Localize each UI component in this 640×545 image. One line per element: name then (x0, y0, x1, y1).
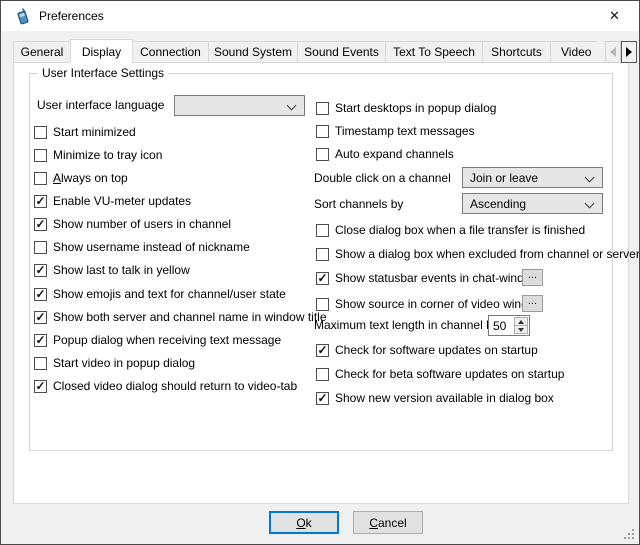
checkbox-box (34, 172, 47, 185)
spin-down-button[interactable] (514, 325, 528, 334)
checkbox-show-new-version[interactable]: Show new version available in dialog box (316, 390, 554, 406)
checkbox-box (34, 380, 47, 393)
checkbox-show-username-instead[interactable]: Show username instead of nickname (34, 239, 250, 255)
checkbox-popup-dialog-text-message[interactable]: Popup dialog when receiving text message (34, 332, 281, 348)
tab-sound-system[interactable]: Sound System (208, 41, 298, 62)
double-click-select[interactable]: Join or leave (462, 167, 603, 188)
checkbox-box (34, 126, 47, 139)
checkbox-close-dialog-file-transfer[interactable]: Close dialog box when a file transfer is… (316, 222, 585, 238)
checkbox-box (34, 195, 47, 208)
checkbox-box (316, 102, 329, 115)
checkbox-check-beta-updates[interactable]: Check for beta software updates on start… (316, 366, 564, 382)
sort-channels-label-row: Sort channels by (314, 196, 403, 212)
tab-display[interactable]: Display (70, 39, 133, 63)
preferences-window: Preferences ✕ General Display Connection… (0, 0, 640, 545)
group-title: User Interface Settings (38, 66, 168, 80)
title-bar: Preferences ✕ (1, 1, 639, 31)
language-label: User interface language (37, 98, 164, 112)
tab-connection[interactable]: Connection (132, 41, 209, 62)
tab-strip: General Display Connection Sound System … (13, 41, 598, 62)
window-title: Preferences (39, 9, 104, 23)
app-icon (14, 8, 31, 25)
checkbox-box (316, 272, 329, 285)
checkbox-auto-expand-channels[interactable]: Auto expand channels (316, 146, 454, 162)
sort-channels-label: Sort channels by (314, 197, 403, 211)
video-source-ellipsis-button[interactable]: ... (522, 295, 543, 312)
tab-text-to-speech[interactable]: Text To Speech (385, 41, 483, 62)
tab-scroll-left-button (605, 41, 621, 63)
checkbox-closed-video-return[interactable]: Closed video dialog should return to vid… (34, 378, 297, 394)
checkbox-check-updates[interactable]: Check for software updates on startup (316, 342, 538, 358)
checkbox-box (316, 344, 329, 357)
checkbox-statusbar-events[interactable]: Show statusbar events in chat-window (316, 270, 539, 286)
checkbox-box (316, 298, 329, 311)
max-text-length-label-row: Maximum text length in channel list (314, 317, 501, 333)
chevron-down-icon (585, 199, 595, 209)
max-text-length-label: Maximum text length in channel list (314, 318, 501, 332)
checkbox-enable-vu-meter-updates[interactable]: Enable VU-meter updates (34, 193, 191, 209)
checkbox-start-minimized[interactable]: Start minimized (34, 124, 136, 140)
checkbox-box (316, 148, 329, 161)
checkbox-box (316, 392, 329, 405)
checkbox-show-number-of-users[interactable]: Show number of users in channel (34, 216, 231, 232)
language-select[interactable] (174, 95, 305, 116)
cancel-button[interactable]: Cancel (353, 511, 423, 534)
checkbox-box (316, 125, 329, 138)
chevron-down-icon (585, 173, 595, 183)
max-text-length-spinner[interactable]: 50 (488, 315, 530, 336)
tab-video[interactable]: Video (550, 41, 598, 62)
tab-scroll-right-button[interactable] (621, 41, 637, 63)
checkbox-minimize-to-tray[interactable]: Minimize to tray icon (34, 147, 162, 163)
checkbox-box (316, 368, 329, 381)
checkbox-show-emojis[interactable]: Show emojis and text for channel/user st… (34, 286, 286, 302)
checkbox-timestamp-messages[interactable]: Timestamp text messages (316, 123, 475, 139)
checkbox-box (34, 311, 47, 324)
checkbox-box (34, 334, 47, 347)
checkbox-box (34, 357, 47, 370)
checkbox-show-last-to-talk[interactable]: Show last to talk in yellow (34, 262, 190, 278)
checkbox-box (316, 224, 329, 237)
double-click-label-row: Double click on a channel (314, 170, 451, 186)
close-button[interactable]: ✕ (592, 1, 637, 30)
checkbox-show-source-video[interactable]: Show source in corner of video window (316, 296, 543, 312)
checkbox-box (34, 288, 47, 301)
chevron-down-icon (287, 101, 297, 111)
checkbox-start-video-popup[interactable]: Start video in popup dialog (34, 355, 195, 371)
sort-channels-select[interactable]: Ascending (462, 193, 603, 214)
checkbox-show-server-channel-title[interactable]: Show both server and channel name in win… (34, 309, 327, 325)
tab-sound-events[interactable]: Sound Events (297, 41, 386, 62)
checkbox-show-dialog-excluded[interactable]: Show a dialog box when excluded from cha… (316, 246, 640, 262)
triangle-up-icon (518, 320, 524, 324)
close-icon: ✕ (609, 8, 620, 24)
ok-button[interactable]: Ok (269, 511, 339, 534)
resize-grip[interactable] (624, 529, 634, 539)
arrow-left-icon (610, 47, 616, 57)
checkbox-box (34, 264, 47, 277)
tab-general[interactable]: General (13, 41, 71, 62)
triangle-down-icon (518, 328, 524, 332)
statusbar-events-ellipsis-button[interactable]: ... (522, 269, 543, 286)
checkbox-box (34, 149, 47, 162)
checkbox-box (34, 218, 47, 231)
language-label-row: User interface language (37, 97, 164, 113)
tab-shortcuts[interactable]: Shortcuts (482, 41, 551, 62)
checkbox-start-desktops-popup[interactable]: Start desktops in popup dialog (316, 100, 496, 116)
double-click-label: Double click on a channel (314, 171, 451, 185)
checkbox-box (316, 248, 329, 261)
checkbox-always-on-top[interactable]: Always on top (34, 170, 128, 186)
arrow-right-icon (626, 47, 632, 57)
checkbox-box (34, 241, 47, 254)
